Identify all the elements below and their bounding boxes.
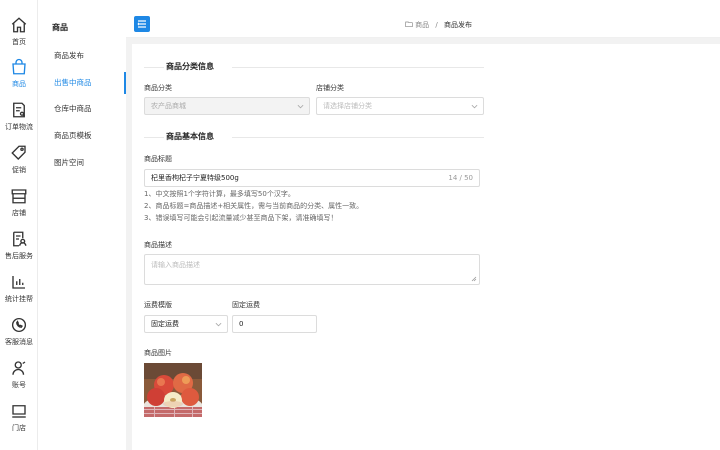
product-form: 商品分类信息 商品分类 农产品商城 店铺分类 请选择店铺分类 商品基本信息 商品… [132,44,720,450]
rail-item-home[interactable]: 首页 [0,16,38,56]
top-bar: 商品 / 商品发布 [126,0,720,38]
store-icon [11,189,27,204]
shopping-bag-icon [12,58,26,75]
rail-item-service[interactable]: 客服消息 [0,316,38,356]
product-image-thumbnail[interactable] [144,363,202,417]
subnav-item-image-space[interactable]: 图片空间 [40,152,126,174]
collapse-menu-button[interactable] [134,16,150,32]
shipping-template-select[interactable]: 固定运费 [144,315,228,333]
breadcrumb-current: 商品发布 [444,21,472,29]
after-sales-icon [13,231,27,247]
basic-section-header: 商品基本信息 [132,130,492,144]
rail-label: 促销 [12,166,26,174]
rail-item-account[interactable]: 账号 [0,359,38,399]
main-nav-rail: 首页 商品 订单物流 促销 店铺 售后服务 统计挂帮 客服消息 账号 门店 [0,0,38,450]
breadcrumb-parent[interactable]: 商品 [415,21,429,29]
category-select[interactable]: 农产品商城 [144,97,310,115]
chat-icon [11,317,27,333]
shipping-template-value: 固定运费 [151,320,179,328]
price-tag-icon [11,145,26,160]
rail-label: 首页 [12,38,26,46]
resize-handle-icon[interactable] [471,276,477,282]
rail-item-after-sales[interactable]: 售后服务 [0,230,38,270]
title-hint: 1、中文按照1个字符计算，最多填写50个汉字。 [144,190,295,198]
breadcrumb: 商品 / 商品发布 [405,20,472,30]
fixed-shipping-value: 0 [239,320,244,328]
home-icon [11,17,27,33]
rail-item-store[interactable]: 店铺 [0,187,38,227]
rail-item-stats[interactable]: 统计挂帮 [0,273,38,313]
subnav-item-templates[interactable]: 商品页模板 [40,125,126,147]
fixed-shipping-label: 固定运费 [232,301,260,309]
title-hint: 3、错误填写可能会引起流量减少甚至商品下架，请准确填写！ [144,214,338,222]
subnav-item-warehouse[interactable]: 仓库中商品 [40,98,126,120]
description-label: 商品描述 [144,241,172,249]
monitor-icon [12,405,26,418]
rail-label: 商品 [12,80,26,88]
folder-icon [405,21,413,27]
chevron-down-icon [215,322,222,327]
section-title: 商品分类信息 [166,62,214,71]
chevron-down-icon [471,104,478,109]
chevron-down-icon [297,104,304,109]
fixed-shipping-input[interactable]: 0 [232,315,317,333]
breadcrumb-separator: / [435,21,438,29]
apple-photo-image [144,363,202,417]
description-placeholder: 请输入商品描述 [151,261,200,269]
title-label: 商品标题 [144,155,172,163]
product-subnav: 商品 商品发布 出售中商品 仓库中商品 商品页模板 图片空间 [40,0,126,450]
title-input-value: 杞里香枸杞子宁夏特级500g [151,174,239,182]
description-textarea[interactable]: 请输入商品描述 [144,254,480,285]
user-icon [12,361,26,375]
rail-item-shop[interactable]: 门店 [0,402,38,442]
subnav-item-publish[interactable]: 商品发布 [40,45,126,67]
subnav-item-on-sale[interactable]: 出售中商品 [40,72,126,94]
shipping-template-label: 运费模版 [144,301,172,309]
category-label: 商品分类 [144,84,172,92]
rail-label: 订单物流 [5,123,33,131]
store-category-select[interactable]: 请选择店铺分类 [316,97,484,115]
rail-label: 店铺 [12,209,26,217]
title-char-counter: 14 / 50 [448,174,473,182]
section-title: 商品基本信息 [166,132,214,141]
store-category-placeholder: 请选择店铺分类 [323,102,372,110]
rail-label: 账号 [12,381,26,389]
order-document-icon [13,102,26,118]
rail-label: 统计挂帮 [5,295,33,303]
product-images-label: 商品图片 [144,349,172,357]
rail-item-product[interactable]: 商品 [0,58,38,98]
app-root: 首页 商品 订单物流 促销 店铺 售后服务 统计挂帮 客服消息 账号 门店 商品… [0,0,720,450]
rail-label: 客服消息 [5,338,33,346]
bar-chart-icon [12,276,25,289]
subnav-title: 商品 [52,23,68,32]
rail-label: 售后服务 [5,252,33,260]
rail-label: 门店 [12,424,26,432]
rail-item-orders[interactable]: 订单物流 [0,101,38,141]
category-select-value: 农产品商城 [151,102,186,110]
title-input[interactable]: 杞里香枸杞子宁夏特级500g 14 / 50 [144,169,480,187]
category-section-header: 商品分类信息 [132,60,492,74]
title-hint: 2、商品标题=商品描述+相关属性，需与当前商品的分类、属性一致。 [144,202,364,210]
menu-toggle-icon [137,20,146,28]
store-category-label: 店铺分类 [316,84,344,92]
rail-item-promotion[interactable]: 促销 [0,144,38,184]
